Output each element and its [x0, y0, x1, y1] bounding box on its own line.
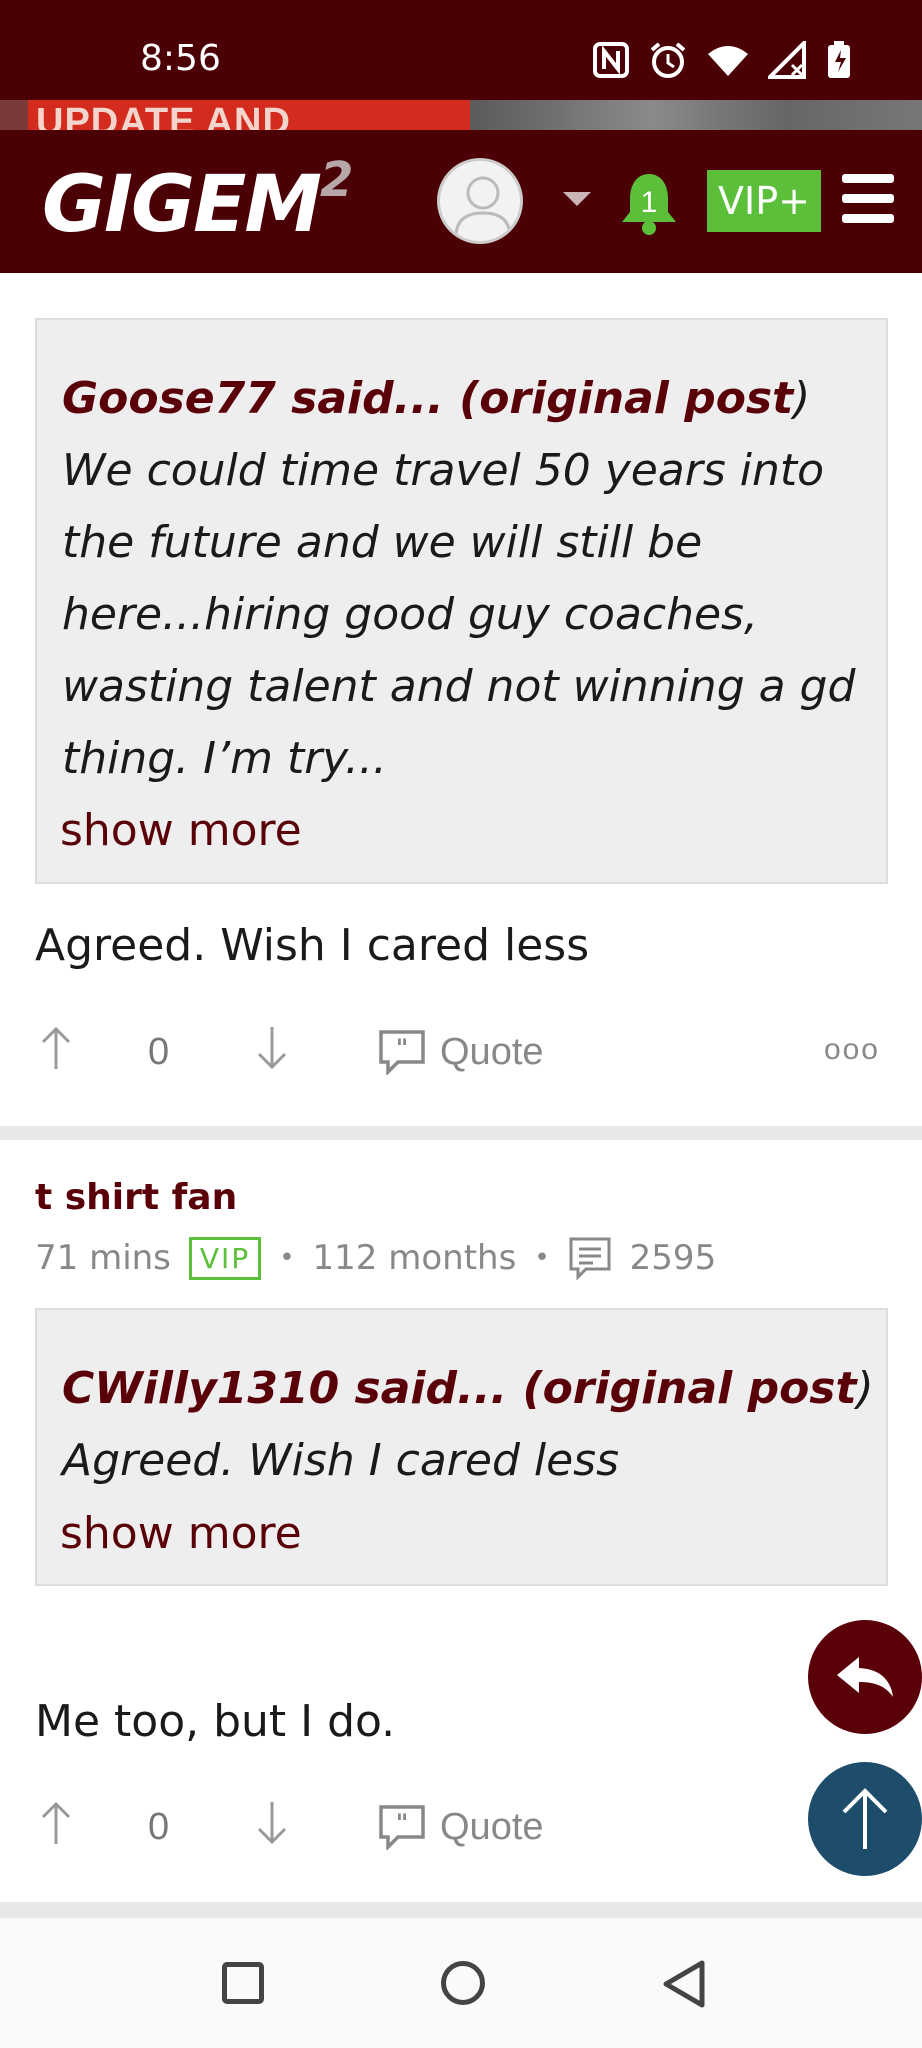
more-options-icon[interactable]: ooo — [824, 1033, 880, 1067]
quote-text: CWilly1310 said... (original post) Agree… — [62, 1353, 882, 1497]
ad-banner[interactable]: UPDATE AND — [0, 100, 922, 130]
notifications-button[interactable]: 1 — [618, 170, 680, 241]
post-actions: 0 " Quote — [0, 1800, 922, 1860]
upvote-arrow-icon[interactable] — [40, 1800, 72, 1846]
original-post-link[interactable]: original post — [543, 1363, 857, 1414]
quote-icon: " — [379, 1805, 425, 1850]
nfc-icon — [593, 42, 629, 78]
status-time: 8:56 — [140, 38, 221, 79]
vote-count: 0 — [148, 1806, 170, 1848]
alarm-icon — [650, 42, 686, 78]
status-bar: 8:56 — [0, 0, 922, 100]
reply-button[interactable] — [808, 1620, 922, 1734]
meta-separator: • — [534, 1243, 550, 1273]
quote-body: We could time travel 50 years into the f… — [62, 445, 856, 784]
vip-badge: VIP — [188, 1236, 262, 1280]
post-time: 71 mins — [35, 1238, 171, 1278]
chevron-down-icon[interactable] — [563, 192, 591, 206]
avatar[interactable] — [437, 158, 523, 244]
status-icons — [592, 40, 852, 80]
quote-text: Goose77 said... (original post) We could… — [62, 363, 882, 795]
show-more-link[interactable]: show more — [60, 805, 302, 856]
downvote-arrow-icon[interactable] — [256, 1800, 288, 1846]
quote-button[interactable]: " Quote — [378, 1804, 544, 1850]
site-header: GIGEM2 1 VIP+ — [0, 130, 922, 273]
bell-icon: 1 — [622, 174, 676, 235]
hamburger-menu-icon[interactable] — [842, 174, 894, 224]
svg-text:": " — [396, 1034, 409, 1062]
member-tenure: 112 months — [312, 1238, 517, 1278]
meta-separator: • — [279, 1243, 295, 1273]
downvote-arrow-icon[interactable] — [256, 1025, 288, 1071]
posts-icon — [569, 1237, 611, 1280]
post-body: Me too, but I do. — [35, 1696, 396, 1747]
signal-icon — [768, 41, 806, 79]
scroll-to-top-button[interactable] — [808, 1762, 922, 1876]
home-button[interactable] — [441, 1961, 485, 2005]
quote-button[interactable]: " Quote — [378, 1029, 544, 1075]
quote-label: Quote — [440, 1030, 544, 1073]
vote-count: 0 — [148, 1031, 170, 1073]
post-divider — [0, 1126, 922, 1140]
svg-text:": " — [396, 1809, 409, 1837]
notification-count: 1 — [641, 186, 658, 219]
quote-label: Quote — [440, 1805, 544, 1848]
wifi-icon — [708, 46, 748, 76]
ad-image — [470, 100, 922, 130]
quote-icon: " — [379, 1030, 425, 1075]
quote-body: Agreed. Wish I cared less — [62, 1435, 620, 1486]
quote-author-close: ) — [793, 373, 811, 424]
post-username[interactable]: t shirt fan — [35, 1177, 237, 1218]
site-logo[interactable]: GIGEM2 — [42, 152, 353, 250]
back-button-icon[interactable] — [662, 1960, 706, 2008]
vip-plus-button[interactable]: VIP+ — [707, 170, 821, 232]
reply-arrow-icon — [837, 1657, 893, 1697]
quote-author-close: ) — [856, 1363, 874, 1414]
upvote-arrow-icon[interactable] — [40, 1025, 72, 1071]
logo-superscript: 2 — [319, 152, 353, 208]
arrow-up-icon — [842, 1788, 888, 1849]
post-actions: 0 " Quote ooo — [0, 1025, 922, 1085]
quote-author[interactable]: CWilly1310 said... ( — [62, 1363, 543, 1414]
quote-author[interactable]: Goose77 said... ( — [62, 373, 479, 424]
user-silhouette-icon — [454, 176, 512, 238]
ad-text: UPDATE AND — [28, 100, 508, 130]
show-more-link[interactable]: show more — [60, 1508, 302, 1559]
system-nav-bar — [0, 1918, 922, 2048]
post-count: 2595 — [629, 1238, 717, 1278]
post-meta: 71 mins VIP • 112 months • 2595 — [35, 1236, 716, 1280]
post-body: Agreed. Wish I cared less — [35, 920, 590, 971]
logo-text: GIGEM — [42, 160, 322, 250]
original-post-link[interactable]: original post — [479, 373, 793, 424]
recents-button[interactable] — [222, 1962, 264, 2004]
battery-icon — [828, 41, 850, 78]
post-divider — [0, 1902, 922, 1918]
